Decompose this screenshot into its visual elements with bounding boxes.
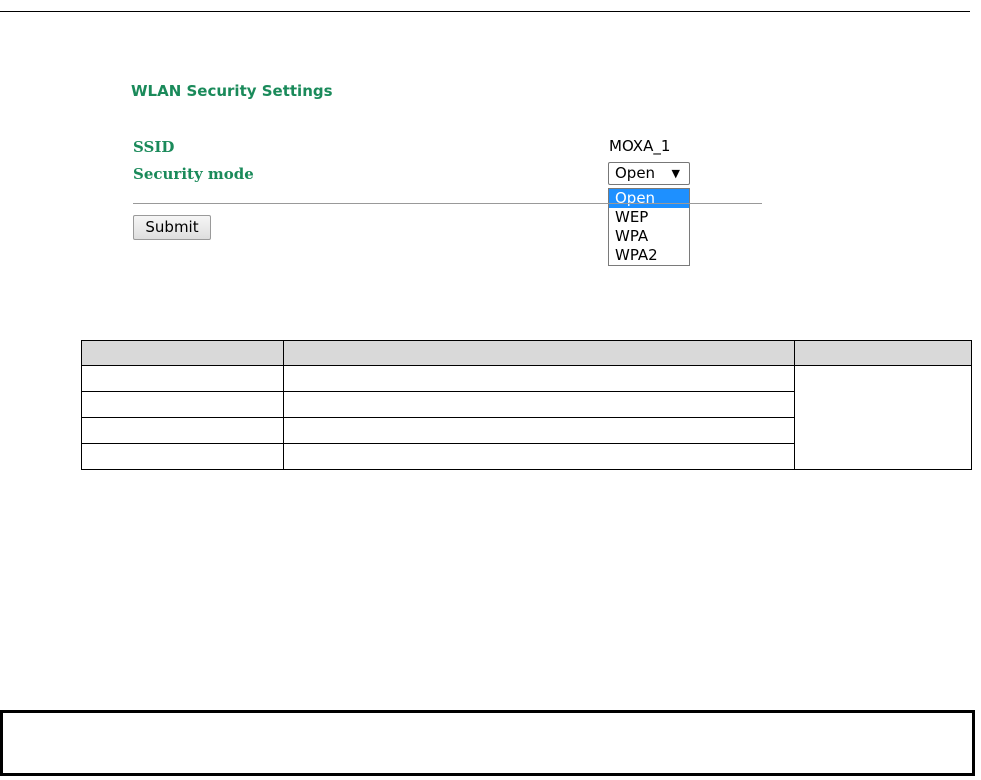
table-header-cell <box>283 340 795 366</box>
table-cell <box>81 365 284 392</box>
option-wep[interactable]: WEP <box>609 208 689 227</box>
table-header-cell <box>81 340 284 366</box>
security-mode-label: Security mode <box>133 165 254 183</box>
table-cell <box>81 417 284 444</box>
security-mode-selected-value: Open <box>615 164 656 182</box>
section-title: WLAN Security Settings <box>131 82 333 100</box>
ssid-label: SSID <box>133 138 175 156</box>
table-cell <box>283 417 795 444</box>
security-mode-select[interactable]: Open ▼ <box>608 162 690 185</box>
option-wpa[interactable]: WPA <box>609 227 689 246</box>
form-divider <box>133 203 762 204</box>
ssid-value: MOXA_1 <box>609 137 671 155</box>
table-cell <box>81 443 284 470</box>
option-open[interactable]: Open <box>609 189 689 208</box>
settings-table <box>81 340 972 470</box>
table-cell <box>283 443 795 470</box>
table-cell <box>794 365 972 470</box>
table-cell <box>283 365 795 392</box>
table-header-cell <box>794 340 972 366</box>
header-rule <box>0 11 970 12</box>
note-box <box>0 710 975 776</box>
table-cell <box>283 391 795 418</box>
table-cell <box>81 391 284 418</box>
security-mode-dropdown: Open WEP WPA WPA2 <box>608 188 690 266</box>
table-header-row <box>81 340 972 366</box>
option-wpa2[interactable]: WPA2 <box>609 246 689 265</box>
document-page: WLAN Security Settings SSID MOXA_1 Secur… <box>0 0 981 780</box>
submit-button[interactable]: Submit <box>133 215 211 240</box>
table-row <box>81 365 972 470</box>
chevron-down-icon: ▼ <box>671 167 680 180</box>
